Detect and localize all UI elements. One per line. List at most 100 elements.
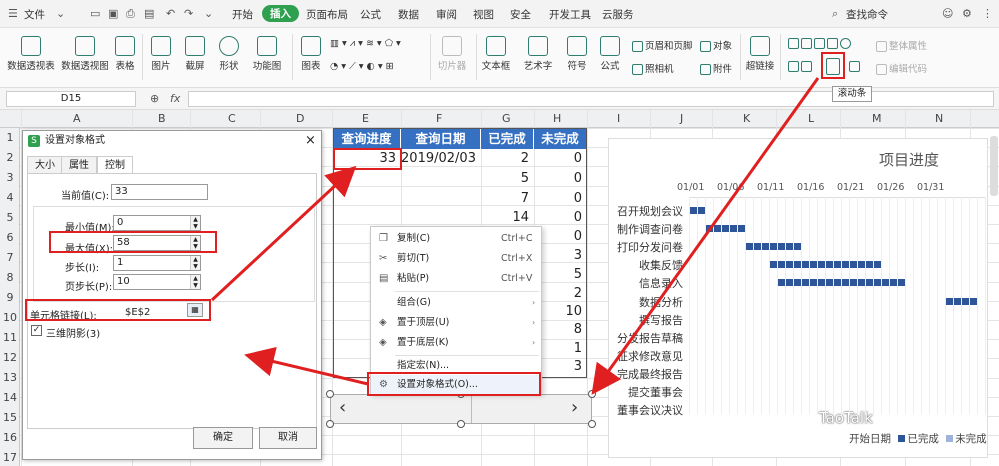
row-header[interactable]: 17 (0, 451, 20, 464)
undo-icon[interactable]: ↶ (166, 7, 175, 20)
symbol-button[interactable]: 符号 (562, 36, 592, 72)
tab-developer[interactable]: 开发工具 (549, 7, 591, 22)
row-header[interactable]: 14 (0, 391, 20, 404)
menu-item-cut[interactable]: ✂ 剪切(T) Ctrl+X (371, 249, 541, 269)
close-icon[interactable]: × (305, 133, 316, 148)
col-header[interactable]: G (502, 112, 511, 125)
form-controls-row2[interactable] (788, 61, 814, 72)
open-icon[interactable]: ▭ (90, 7, 100, 20)
col-header[interactable]: H (553, 112, 561, 125)
camera-button[interactable]: 照相机 (632, 61, 674, 75)
tab-control[interactable]: 控制 (97, 156, 133, 174)
menu-item-group[interactable]: 组合(G) › (371, 293, 541, 313)
textbox-button[interactable]: 文本框 (478, 36, 514, 72)
cell-h[interactable]: 0 (534, 169, 586, 189)
picture-button[interactable]: 图片 (146, 36, 176, 72)
cancel-button[interactable]: 取消 (259, 427, 317, 449)
cell-h[interactable]: 0 (534, 149, 586, 169)
spinner-control-icon[interactable] (849, 61, 862, 72)
row-header[interactable]: 10 (0, 311, 20, 324)
row-header[interactable]: 1 (0, 131, 20, 144)
chart-button[interactable]: 图表 (296, 36, 326, 72)
pie-chart-icon[interactable]: ◔ ▾ ⟋ ▾ ◐ ▾ ⊞ (330, 61, 394, 72)
tab-review[interactable]: 审阅 (436, 7, 457, 22)
redo-icon[interactable]: ↷ (184, 7, 193, 20)
zoom-icon[interactable]: ⊕ (150, 92, 159, 105)
preview-icon[interactable]: ▤ (144, 7, 154, 20)
row-header[interactable]: 8 (0, 271, 20, 284)
tab-size[interactable]: 大小 (27, 156, 63, 173)
fx-label[interactable]: fx (170, 92, 180, 105)
row-header[interactable]: 7 (0, 251, 20, 264)
pivot-chart-button[interactable]: 数据透视图 (60, 36, 110, 72)
menu-item-paste[interactable]: ▤ 粘贴(P) Ctrl+V (371, 269, 541, 289)
step-input[interactable]: 1 ▲ ▼ (113, 255, 201, 271)
object-button[interactable]: 对象 (700, 38, 732, 52)
tab-home[interactable]: 开始 (232, 7, 253, 22)
row-header[interactable]: 15 (0, 411, 20, 424)
search-command[interactable]: 查找命令 (846, 7, 888, 22)
resize-handle[interactable] (326, 390, 334, 398)
tab-formulas[interactable]: 公式 (360, 7, 381, 22)
col-header[interactable]: N (935, 112, 943, 125)
resize-handle[interactable] (588, 420, 596, 428)
row-header[interactable]: 5 (0, 211, 20, 224)
col-header[interactable]: C (228, 112, 236, 125)
tab-page-layout[interactable]: 页面布局 (306, 7, 348, 22)
resize-handle[interactable] (588, 390, 596, 398)
row-header[interactable]: 11 (0, 331, 20, 344)
row-header[interactable]: 4 (0, 191, 20, 204)
col-header[interactable]: I (617, 112, 620, 125)
cell-g[interactable]: 5 (481, 169, 533, 189)
cell-h[interactable]: 0 (534, 208, 586, 228)
ok-button[interactable]: 确定 (193, 427, 253, 449)
min-value-input[interactable]: 0 ▲ ▼ (113, 215, 201, 231)
function-chart-button[interactable]: 功能图 (248, 36, 286, 72)
col-header[interactable]: J (680, 112, 683, 125)
attachment-button[interactable]: 附件 (700, 61, 732, 75)
scroll-thumb[interactable] (471, 395, 472, 423)
row-header[interactable]: 16 (0, 431, 20, 444)
spinner-icon[interactable]: ▲ ▼ (190, 256, 200, 270)
table-header[interactable]: 查询日期 (401, 128, 480, 149)
form-controls-row1[interactable] (788, 38, 853, 49)
col-header[interactable]: K (743, 112, 750, 125)
row-header[interactable]: 9 (0, 291, 20, 304)
scroll-right-arrow[interactable]: › (571, 397, 578, 418)
page-step-input[interactable]: 10 ▲ ▼ (113, 274, 201, 290)
row-header[interactable]: 3 (0, 171, 20, 184)
print-icon[interactable]: ⎙ (126, 7, 135, 21)
wordart-button[interactable]: 艺术字 (518, 36, 558, 72)
name-box[interactable]: D15 (6, 91, 136, 107)
cell-h[interactable]: 0 (534, 189, 586, 209)
formula-input[interactable] (188, 91, 994, 107)
spinner-icon[interactable]: ▲ ▼ (190, 216, 200, 230)
pivot-table-button[interactable]: 数据透视表 (6, 36, 56, 72)
menu-item-send-back[interactable]: ◈ 置于底层(K) › (371, 333, 541, 353)
col-header[interactable]: A (73, 112, 81, 125)
cell-g[interactable]: 7 (481, 189, 533, 209)
hamburger-icon[interactable]: ☰ (8, 7, 18, 20)
tab-security[interactable]: 安全 (510, 7, 531, 22)
resize-handle[interactable] (326, 420, 334, 428)
save-icon[interactable]: ▣ (108, 7, 118, 20)
column-chart-icon[interactable]: ▥ ▾ ⩘ ▾ ≋ ▾ ⬠ ▾ (330, 38, 401, 49)
cell-g[interactable]: 2 (481, 149, 533, 169)
formula-button[interactable]: 公式 (596, 36, 624, 72)
menu-item-bring-front[interactable]: ◈ 置于顶层(U) › (371, 313, 541, 333)
tab-cloud[interactable]: 云服务 (602, 7, 634, 22)
chevron-down-icon[interactable]: ⌄ (204, 7, 213, 20)
shape-button[interactable]: 形状 (214, 36, 244, 72)
row-header[interactable]: 6 (0, 231, 20, 244)
col-header[interactable]: L (808, 112, 814, 125)
col-header[interactable]: F (436, 112, 442, 125)
menu-file[interactable]: 文件 (24, 7, 45, 22)
cell-g[interactable]: 14 (481, 208, 533, 228)
row-header[interactable]: 2 (0, 151, 20, 164)
col-header[interactable]: D (296, 112, 304, 125)
scroll-left-arrow[interactable]: ‹ (339, 397, 346, 418)
spinner-icon[interactable]: ▲ ▼ (190, 275, 200, 289)
row-header[interactable]: 13 (0, 371, 20, 384)
gantt-chart[interactable]: 项目进度 01/01 01/06 01/11 01/16 01/21 01/26 01/31… (608, 138, 988, 458)
table-button[interactable]: 表格 (112, 36, 138, 72)
